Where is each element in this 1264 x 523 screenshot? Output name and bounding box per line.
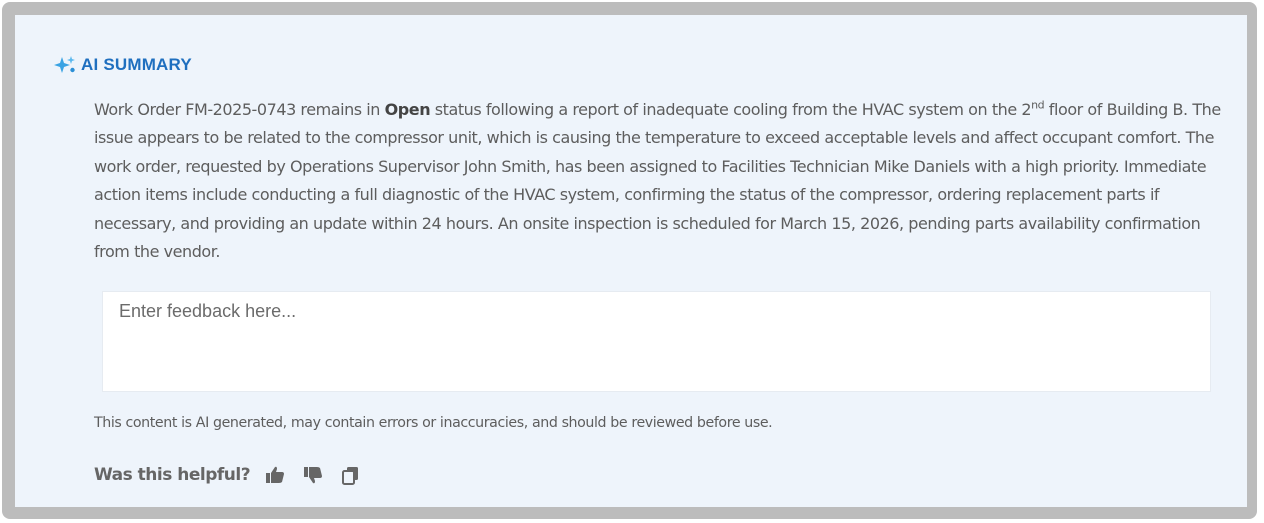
feedback-input[interactable] [102, 291, 1211, 392]
summary-card-frame: AI SUMMARY Work Order FM-2025-0743 remai… [2, 2, 1257, 519]
status-open: Open [384, 100, 431, 119]
ai-disclaimer: This content is AI generated, may contai… [94, 415, 773, 431]
thumbs-down-button[interactable] [300, 462, 326, 488]
ai-summary-panel: AI SUMMARY Work Order FM-2025-0743 remai… [15, 15, 1247, 507]
thumbs-down-icon [304, 467, 323, 484]
helpful-row: Was this helpful? [94, 462, 376, 488]
summary-text-part: status following a report of inadequate … [430, 100, 1032, 119]
thumbs-up-icon [266, 466, 285, 483]
summary-text-part: Work Order FM-2025-0743 remains in [94, 100, 385, 119]
helpful-label: Was this helpful? [94, 465, 251, 485]
sparkle-icon [53, 55, 77, 75]
ai-summary-title: AI SUMMARY [81, 55, 192, 74]
summary-text: Work Order FM-2025-0743 remains in Open … [94, 96, 1224, 266]
thumbs-up-button[interactable] [262, 462, 288, 488]
floor-superscript: nd [1031, 98, 1045, 112]
copy-button[interactable] [338, 462, 364, 488]
summary-text-part: floor of Building B. The issue appears t… [94, 100, 1221, 262]
ai-summary-header: AI SUMMARY [53, 55, 192, 75]
copy-icon [342, 467, 359, 485]
